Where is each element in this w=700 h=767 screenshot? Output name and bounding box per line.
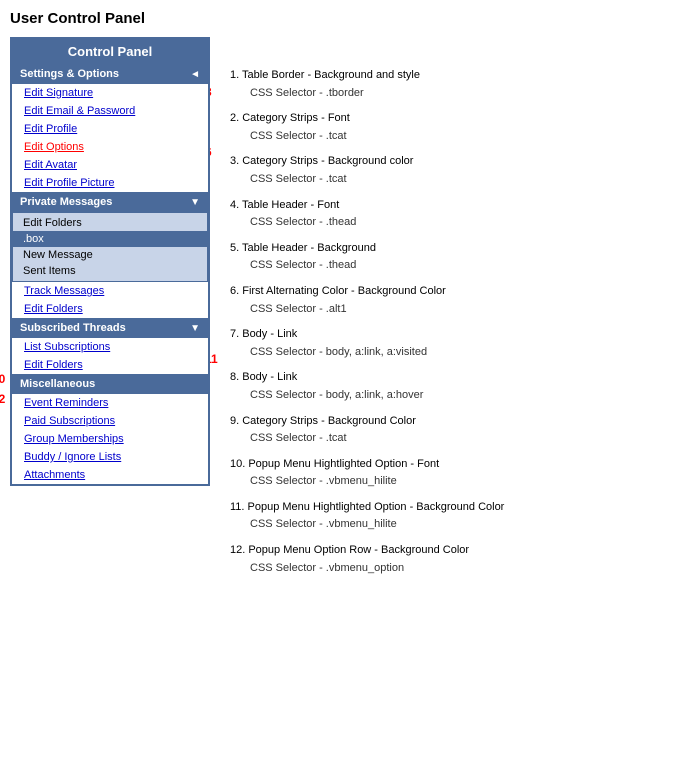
- annotation-12: 12. Popup Menu Option Row - Background C…: [230, 542, 690, 577]
- settings-options-header[interactable]: Settings & Options ◄: [12, 64, 208, 84]
- group-memberships-link[interactable]: Group Memberships: [12, 430, 208, 448]
- subscribed-threads-arrow: ▼: [190, 323, 200, 334]
- ann-9-line2: CSS Selector - .tcat: [230, 430, 690, 448]
- private-messages-label: Private Messages: [20, 196, 112, 208]
- ann-12-line1: 12. Popup Menu Option Row - Background C…: [230, 542, 690, 560]
- edit-signature-link[interactable]: Edit Signature: [12, 84, 208, 102]
- ann-2-line2: CSS Selector - .tcat: [230, 128, 690, 146]
- annotation-6: 6. First Alternating Color - Background …: [230, 283, 690, 318]
- ann-12-line2: CSS Selector - .vbmenu_option: [230, 560, 690, 578]
- ann-6-line1: 6. First Alternating Color - Background …: [230, 283, 690, 301]
- subscribed-threads-label: Subscribed Threads: [20, 322, 126, 334]
- settings-options-label: Settings & Options: [20, 68, 119, 80]
- ann-11-line1: 11. Popup Menu Hightlighted Option - Bac…: [230, 499, 690, 517]
- dropdown-box[interactable]: .box: [13, 231, 207, 247]
- annotation-3: 3. Category Strips - Background color CS…: [230, 153, 690, 188]
- ann-10-line2: CSS Selector - .vbmenu_hilite: [230, 473, 690, 491]
- dropdown-new-message[interactable]: New Message: [13, 247, 207, 263]
- track-messages-link[interactable]: Track Messages: [12, 282, 208, 300]
- ann-5-line2: CSS Selector - .thead: [230, 257, 690, 275]
- miscellaneous-label: Miscellaneous: [20, 378, 95, 390]
- edit-avatar-link[interactable]: Edit Avatar: [12, 156, 208, 174]
- ann-2-line1: 2. Category Strips - Font: [230, 110, 690, 128]
- annotation-4: 4. Table Header - Font CSS Selector - .t…: [230, 197, 690, 232]
- event-reminders-link[interactable]: Event Reminders: [12, 394, 208, 412]
- ann-8-line1: 8. Body - Link: [230, 369, 690, 387]
- annotation-7: 7. Body - Link CSS Selector - body, a:li…: [230, 326, 690, 361]
- annotation-9: 9. Category Strips - Background Color CS…: [230, 413, 690, 448]
- subscribed-edit-folders-link[interactable]: Edit Folders: [12, 356, 208, 374]
- left-panel-container: 1 2 3 4 5 6 7 8 9 10 11 12 Control Panel…: [10, 37, 210, 585]
- attachments-link[interactable]: Attachments: [12, 466, 208, 484]
- ann-10-line1: 10. Popup Menu Hightlighted Option - Fon…: [230, 456, 690, 474]
- ann-11-line2: CSS Selector - .vbmenu_hilite: [230, 516, 690, 534]
- left-panel: Control Panel Settings & Options ◄ Edit …: [10, 37, 210, 486]
- annotation-10: 10. Popup Menu Hightlighted Option - Fon…: [230, 456, 690, 491]
- page-title: User Control Panel: [10, 10, 690, 27]
- annotation-2: 2. Category Strips - Font CSS Selector -…: [230, 110, 690, 145]
- control-panel-header: Control Panel: [12, 39, 208, 64]
- ann-4-line2: CSS Selector - .thead: [230, 214, 690, 232]
- edit-options-link[interactable]: Edit Options: [12, 138, 208, 156]
- annotation-8: 8. Body - Link CSS Selector - body, a:li…: [230, 369, 690, 404]
- annotation-5: 5. Table Header - Background CSS Selecto…: [230, 240, 690, 275]
- private-messages-dropdown: Edit Folders .box New Message Sent Items: [12, 212, 208, 282]
- ann-6-line2: CSS Selector - .alt1: [230, 301, 690, 319]
- ann-8-line2: CSS Selector - body, a:link, a:hover: [230, 387, 690, 405]
- ann-label-12: 12: [0, 392, 5, 406]
- ann-1-line2: CSS Selector - .tborder: [230, 85, 690, 103]
- edit-folders-link[interactable]: Edit Folders: [12, 300, 208, 318]
- edit-profile-link[interactable]: Edit Profile: [12, 120, 208, 138]
- edit-email-password-link[interactable]: Edit Email & Password: [12, 102, 208, 120]
- ann-3-line1: 3. Category Strips - Background color: [230, 153, 690, 171]
- dropdown-edit-folders[interactable]: Edit Folders: [13, 215, 207, 231]
- private-messages-arrow: ▼: [190, 197, 200, 208]
- ann-1-line1: 1. Table Border - Background and style: [230, 67, 690, 85]
- subscribed-threads-header[interactable]: Subscribed Threads ▼: [12, 318, 208, 338]
- main-layout: 1 2 3 4 5 6 7 8 9 10 11 12 Control Panel…: [10, 37, 690, 585]
- miscellaneous-header: Miscellaneous: [12, 374, 208, 394]
- annotation-1: 1. Table Border - Background and style C…: [230, 67, 690, 102]
- ann-3-line2: CSS Selector - .tcat: [230, 171, 690, 189]
- ann-4-line1: 4. Table Header - Font: [230, 197, 690, 215]
- ann-7-line2: CSS Selector - body, a:link, a:visited: [230, 344, 690, 362]
- settings-options-arrow: ◄: [190, 69, 200, 80]
- list-subscriptions-link[interactable]: List Subscriptions: [12, 338, 208, 356]
- private-messages-header[interactable]: Private Messages ▼: [12, 192, 208, 212]
- ann-7-line1: 7. Body - Link: [230, 326, 690, 344]
- buddy-ignore-lists-link[interactable]: Buddy / Ignore Lists: [12, 448, 208, 466]
- paid-subscriptions-link[interactable]: Paid Subscriptions: [12, 412, 208, 430]
- ann-5-line1: 5. Table Header - Background: [230, 240, 690, 258]
- annotation-11: 11. Popup Menu Hightlighted Option - Bac…: [230, 499, 690, 534]
- ann-9-line1: 9. Category Strips - Background Color: [230, 413, 690, 431]
- ann-label-10: 10: [0, 372, 5, 386]
- edit-profile-picture-link[interactable]: Edit Profile Picture: [12, 174, 208, 192]
- right-panel: 1. Table Border - Background and style C…: [230, 37, 690, 585]
- dropdown-sent-items[interactable]: Sent Items: [13, 263, 207, 279]
